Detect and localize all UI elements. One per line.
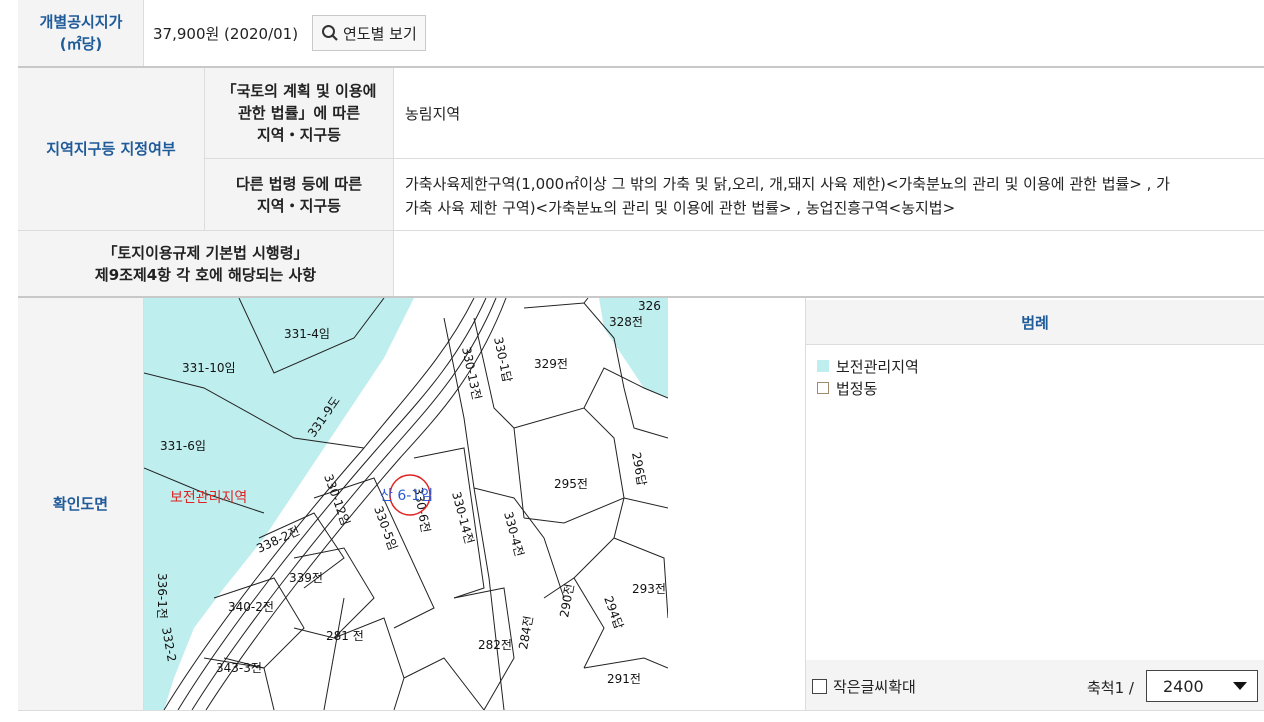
- legend-item: 보전관리지역: [817, 355, 919, 377]
- parcel-label: 281 전: [326, 629, 364, 643]
- search-icon: [322, 25, 338, 41]
- map-header: 확인도면: [18, 298, 143, 710]
- yearly-view-label: 연도별 보기: [343, 24, 417, 43]
- zone-label: 보전관리지역: [170, 490, 247, 506]
- legend-item: 법정동: [817, 377, 919, 399]
- yearly-view-button[interactable]: 연도별 보기: [312, 15, 426, 51]
- scale-value: 2400: [1163, 676, 1204, 696]
- legend-list: 보전관리지역 법정동: [817, 355, 919, 399]
- parcel-label: 331-6임: [160, 439, 206, 453]
- legend-label: 법정동: [836, 379, 878, 398]
- scale-select[interactable]: 2400: [1146, 670, 1258, 702]
- parcel-label: 329전: [534, 357, 568, 371]
- parcel-label: 282전: [478, 638, 512, 652]
- parcel-label: 291전: [607, 672, 641, 686]
- parcel-label: 340-2전: [228, 600, 274, 614]
- parcel-label: 331-4임: [284, 327, 330, 341]
- legend-swatch-legal-dong: [817, 382, 829, 394]
- price-value: 37,900원 (2020/01): [153, 24, 299, 43]
- law2-value-line1: 가축사육제한구역(1,000㎡이상 그 밖의 가축 및 닭,오리, 개,돼지 사…: [405, 175, 1170, 193]
- parcel-label: 293전: [632, 582, 666, 596]
- price-header: 개별공시지가 (㎡당): [18, 0, 144, 66]
- scale-label: 축척1 /: [1087, 679, 1134, 697]
- legend-swatch-conservation: [817, 360, 829, 372]
- law2-value: 가축사육제한구역(1,000㎡이상 그 밖의 가축 및 닭,오리, 개,돼지 사…: [405, 172, 1264, 220]
- parcel-label: 328전: [609, 315, 643, 329]
- law2-header: 다른 법령 등에 따른 지역・지구등: [205, 159, 393, 230]
- parcel-label: 336-1전: [155, 573, 169, 619]
- chevron-down-icon: [1233, 682, 1247, 690]
- law2-value-line2: 가축 사육 제한 구역)<가축분뇨의 관리 및 이용에 관한 법률> , 농업진…: [405, 199, 956, 217]
- enlarge-text-checkbox[interactable]: [812, 679, 827, 694]
- law1-value: 농림지역: [405, 104, 461, 123]
- zoning-header: 지역지구등 지정여부: [18, 68, 204, 230]
- enlarge-text-label: 작은글씨확대: [833, 678, 916, 696]
- parcel-label: 343-3전: [216, 661, 262, 675]
- cadastral-map[interactable]: 331-4임 331-10임 331-6임 331-9도 330-13전 330…: [144, 298, 668, 710]
- parcel-label: 295전: [554, 477, 588, 491]
- enforcement-header: 「토지이용규제 기본법 시행령」 제9조제4항 각 호에 해당되는 사항: [18, 231, 393, 296]
- parcel-label: 331-10임: [182, 361, 236, 375]
- law1-header: 「국토의 계획 및 이용에 관한 법률」에 따른 지역・지구등: [205, 68, 393, 158]
- target-label: 산 6-1임: [380, 488, 433, 504]
- parcel-label: 339전: [289, 571, 323, 585]
- legend-title: 범례: [806, 300, 1264, 344]
- parcel-label: 326: [638, 299, 661, 313]
- enlarge-text-option[interactable]: 작은글씨확대: [812, 676, 916, 697]
- legend-label: 보전관리지역: [836, 357, 919, 376]
